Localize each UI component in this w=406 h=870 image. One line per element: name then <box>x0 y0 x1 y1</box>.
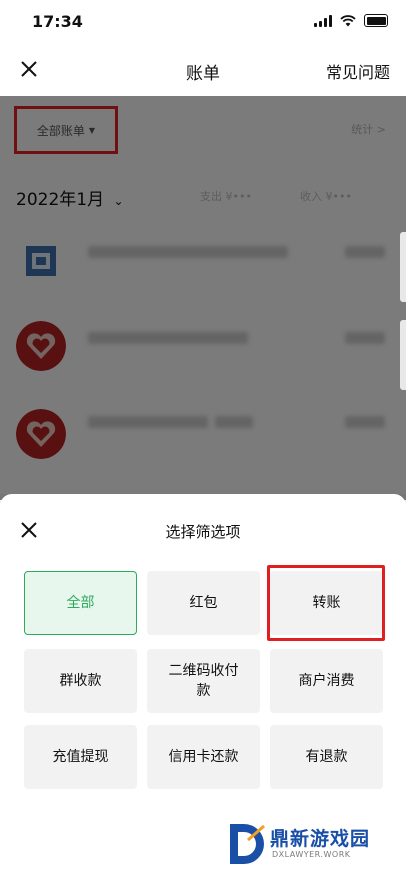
wifi-icon <box>340 14 356 26</box>
option-topup-withdraw[interactable]: 充值提现 <box>24 725 137 789</box>
battery-icon <box>364 14 388 27</box>
nav-bar: 账单 常见问题 <box>0 44 406 96</box>
highlight-box <box>267 565 385 641</box>
status-bar: 17:34 <box>0 0 406 44</box>
modal-backdrop[interactable] <box>0 96 406 500</box>
signal-icon <box>314 14 332 27</box>
option-red-packet[interactable]: 红包 <box>147 571 260 635</box>
watermark: 鼎新游戏园 DXLAWYER.WORK <box>226 818 406 870</box>
filter-sheet: 选择筛选项 全部 红包 转账 群收款 二维码收付款 商户消费 充值提现 信用卡还… <box>0 494 406 870</box>
option-refund[interactable]: 有退款 <box>270 725 383 789</box>
option-qr-payment[interactable]: 二维码收付款 <box>147 649 260 713</box>
option-merchant[interactable]: 商户消费 <box>270 649 383 713</box>
watermark-name: 鼎新游戏园 <box>270 828 371 850</box>
status-icons <box>314 14 388 27</box>
faq-link[interactable]: 常见问题 <box>326 59 390 83</box>
sheet-title: 选择筛选项 <box>165 523 241 541</box>
scroll-handle <box>400 232 406 302</box>
watermark-site: DXLAWYER.WORK <box>272 850 351 859</box>
option-all[interactable]: 全部 <box>24 571 137 635</box>
status-time: 17:34 <box>32 12 83 31</box>
site-logo-icon <box>230 824 265 864</box>
option-credit-card[interactable]: 信用卡还款 <box>147 725 260 789</box>
scroll-handle <box>400 320 406 390</box>
option-group-collect[interactable]: 群收款 <box>24 649 137 713</box>
